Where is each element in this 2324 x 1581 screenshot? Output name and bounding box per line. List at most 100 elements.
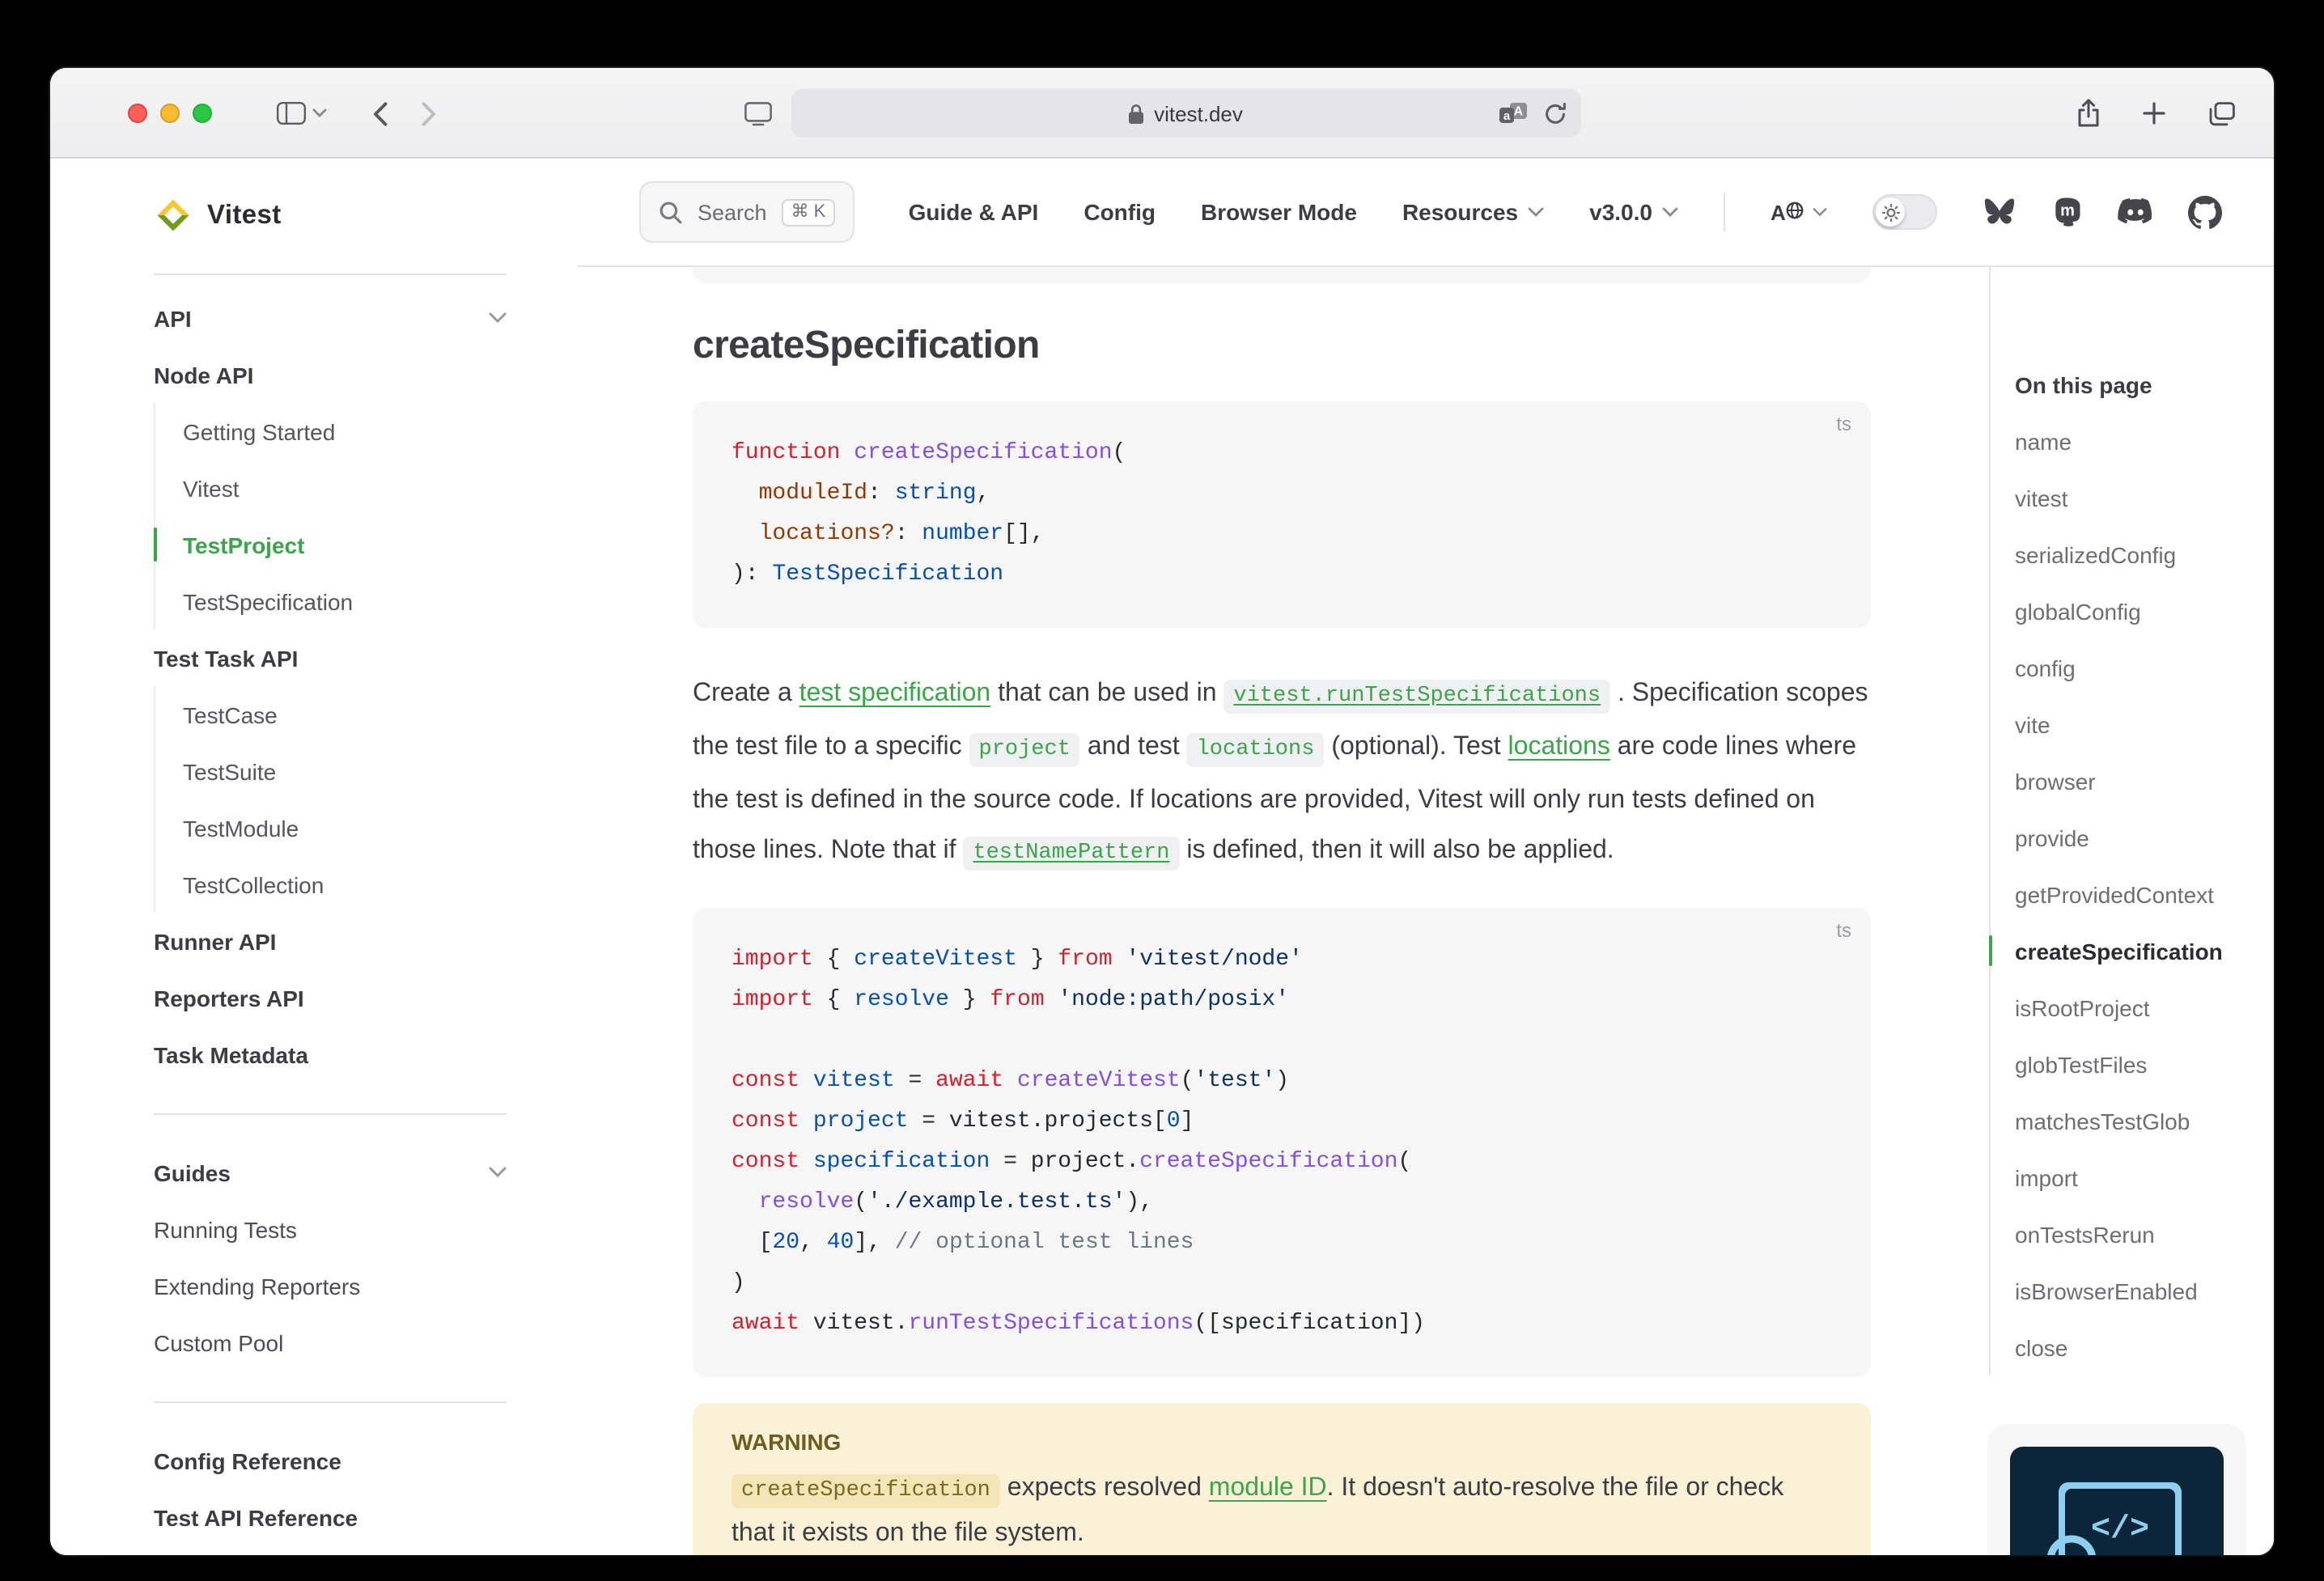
sidebar-item-testmodule[interactable]: TestModule xyxy=(183,799,507,856)
outline-item-vitest[interactable]: vitest xyxy=(2015,469,2248,526)
language-button[interactable]: A xyxy=(1771,199,1827,225)
sidebar-item-custom-pool[interactable]: Custom Pool xyxy=(154,1314,507,1371)
outline-item-getprovidedcontext[interactable]: getProvidedContext xyxy=(2015,866,2248,922)
address-bar[interactable]: vitest.dev A a xyxy=(791,89,1580,138)
outline-item-config[interactable]: config xyxy=(2015,639,2248,696)
outline-item-isrootproject[interactable]: isRootProject xyxy=(2015,979,2248,1036)
discord-link[interactable] xyxy=(2117,197,2154,227)
sidebar-item-testproject[interactable]: TestProject xyxy=(183,516,507,573)
vitest-logo-icon xyxy=(154,196,193,235)
node-api-label: Node API xyxy=(154,362,253,388)
sidebar-item-vitest[interactable]: Vitest xyxy=(183,460,507,516)
nav-link-browser-mode[interactable]: Browser Mode xyxy=(1201,199,1357,225)
tab-overview-button[interactable] xyxy=(2207,89,2235,138)
social-links: m xyxy=(1983,195,2222,229)
outline-label: getProvidedContext xyxy=(2015,881,2214,907)
outline-item-close[interactable]: close xyxy=(2015,1319,2248,1375)
warning-title: WARNING xyxy=(732,1426,1832,1458)
divider xyxy=(154,273,507,275)
sidebar-item-testcollection[interactable]: TestCollection xyxy=(183,856,507,913)
previous-code-block-bottom xyxy=(693,267,1871,283)
nav-link-config[interactable]: Config xyxy=(1084,199,1156,225)
search-button[interactable]: Search ⌘ K xyxy=(639,181,855,243)
outline-rail: On this page name vitest serializedConfi… xyxy=(1989,267,2248,1375)
outline-item-createspecification[interactable]: createSpecification xyxy=(2015,922,2248,979)
mastodon-icon: m xyxy=(2050,196,2083,228)
sidebar-section-guides[interactable]: Guides xyxy=(154,1144,507,1201)
outline-label: config xyxy=(2015,655,2076,680)
warning-body: createSpecification expects resolved mod… xyxy=(732,1468,1832,1555)
outline-label: isRootProject xyxy=(2015,994,2150,1020)
outline-item-import[interactable]: import xyxy=(2015,1149,2248,1206)
share-button[interactable] xyxy=(2076,89,2101,138)
outline-item-vite[interactable]: vite xyxy=(2015,696,2248,752)
nav-link-guide-api[interactable]: Guide & API xyxy=(909,199,1039,225)
sidebar-item-test-task-api[interactable]: Test Task API xyxy=(154,629,507,686)
divider xyxy=(1724,193,1725,231)
outline-item-globalconfig[interactable]: globalConfig xyxy=(2015,583,2248,639)
nav-dropdown-version[interactable]: v3.0.0 xyxy=(1589,199,1678,225)
chevron-down-icon xyxy=(1813,207,1827,217)
sidebar-item-testspecification[interactable]: TestSpecification xyxy=(183,573,507,629)
outline-title: On this page xyxy=(2015,371,2248,400)
address-bar-actions: A a xyxy=(1498,89,1566,138)
reload-button[interactable] xyxy=(1543,89,1566,138)
sidebar-item-getting-started[interactable]: Getting Started xyxy=(183,403,507,460)
sidebar-item-runner-api[interactable]: Runner API xyxy=(154,913,507,969)
item-label: TestModule xyxy=(183,815,299,841)
code-lang-label: ts xyxy=(1836,413,1851,435)
nav-dropdown-resources[interactable]: Resources xyxy=(1402,199,1544,225)
node-api-items: Getting Started Vitest TestProject TestS… xyxy=(154,403,507,629)
sidebar-item-config-reference[interactable]: Config Reference xyxy=(154,1432,507,1489)
sidebar-item-task-metadata[interactable]: Task Metadata xyxy=(154,1026,507,1083)
vitest-logo[interactable]: Vitest xyxy=(154,183,507,248)
discord-icon xyxy=(2117,197,2154,227)
translate-button[interactable]: A a xyxy=(1498,89,1527,138)
vitest-docs-page: Vitest API Node API Getting Started Vite… xyxy=(50,159,2274,1555)
outline-item-name[interactable]: name xyxy=(2015,413,2248,469)
outline-item-matchestestglob[interactable]: matchesTestGlob xyxy=(2015,1092,2248,1149)
outline-item-ontestsrerun[interactable]: onTestsRerun xyxy=(2015,1206,2248,1262)
bluesky-link[interactable] xyxy=(1983,197,2017,227)
tab-overview-icon xyxy=(2207,101,2235,125)
outline-item-isbrowserenabled[interactable]: isBrowserEnabled xyxy=(2015,1262,2248,1319)
sidebar-item-extending-reporters[interactable]: Extending Reporters xyxy=(154,1257,507,1314)
sidebar-item-node-api[interactable]: Node API xyxy=(154,346,507,403)
sidebar-item-running-tests[interactable]: Running Tests xyxy=(154,1201,507,1257)
code-example: import { createVitest } from 'vitest/nod… xyxy=(732,940,1832,1345)
search-icon xyxy=(659,200,683,224)
sidebar-item-reporters-api[interactable]: Reporters API xyxy=(154,969,507,1026)
theme-toggle[interactable] xyxy=(1872,194,1937,230)
item-label: Running Tests xyxy=(154,1216,297,1242)
divider xyxy=(154,1401,507,1403)
svg-text:A: A xyxy=(1771,201,1786,225)
item-label: TestCase xyxy=(183,701,278,727)
screen: vitest.dev A a xyxy=(0,0,2324,1581)
sponsor-card[interactable]: </> xyxy=(1987,1424,2246,1555)
item-label: TestSpecification xyxy=(183,588,353,614)
svg-text:</>: </> xyxy=(2091,1511,2149,1548)
sidebar-item-testsuite[interactable]: TestSuite xyxy=(183,743,507,799)
sidebar-item-testcase[interactable]: TestCase xyxy=(183,686,507,743)
mastodon-link[interactable]: m xyxy=(2050,196,2083,228)
outline-item-globtestfiles[interactable]: globTestFiles xyxy=(2015,1036,2248,1092)
outline-item-provide[interactable]: provide xyxy=(2015,809,2248,866)
language-icon: A xyxy=(1771,199,1804,225)
sun-icon xyxy=(1881,203,1899,221)
translate-icon: A a xyxy=(1498,102,1527,125)
sidebar-item-test-api-reference[interactable]: Test API Reference xyxy=(154,1489,507,1545)
safari-window: vitest.dev A a xyxy=(50,68,2274,1555)
github-link[interactable] xyxy=(2188,195,2222,229)
sidebar-section-api[interactable]: API xyxy=(154,290,507,346)
outline-label: import xyxy=(2015,1164,2078,1190)
lock-icon xyxy=(1128,103,1144,124)
on-this-page: On this page name vitest serializedConfi… xyxy=(1989,267,2248,1555)
sponsor-image: </> xyxy=(2010,1447,2224,1555)
page-settings-button[interactable] xyxy=(744,89,771,138)
theme-toggle-knob xyxy=(1876,197,1905,227)
new-tab-button[interactable] xyxy=(2143,89,2165,138)
outline-item-serializedconfig[interactable]: serializedConfig xyxy=(2015,526,2248,583)
item-label: Custom Pool xyxy=(154,1329,283,1355)
outline-item-browser[interactable]: browser xyxy=(2015,752,2248,809)
resources-label: Resources xyxy=(1402,199,1518,225)
